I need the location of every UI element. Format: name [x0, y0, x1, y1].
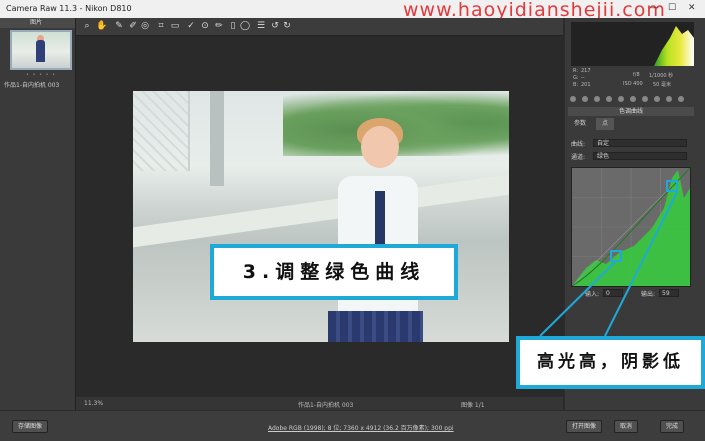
b-label: B: — [573, 82, 579, 88]
panel-title: 色调曲线 — [568, 107, 694, 116]
preferences-icon[interactable]: ☰ — [256, 21, 266, 31]
adjustment-brush-icon[interactable]: ✏ — [214, 21, 224, 31]
histogram-bars — [654, 26, 694, 66]
image-pager[interactable]: 图像 1/1 — [461, 400, 485, 409]
tone-curve-graph[interactable] — [571, 167, 691, 287]
status-filename: 作品1-自内拍机 003 — [298, 402, 354, 409]
channel-label: 通道: — [571, 154, 586, 161]
highlight-point-marker[interactable] — [666, 180, 678, 192]
g-value: -- — [581, 75, 585, 81]
input-field[interactable]: 0 — [603, 289, 623, 297]
channel-select[interactable]: 绿色 — [593, 152, 687, 160]
maximize-icon[interactable]: ☐ — [668, 3, 676, 13]
split-toning-icon[interactable] — [618, 96, 624, 102]
straighten-icon[interactable]: ▭ — [170, 21, 180, 31]
histogram-info: R: 217 G: -- B: 201 f/8 1/1000 秒 ISO 400… — [571, 68, 694, 92]
effects-panel-icon[interactable] — [642, 96, 648, 102]
snapshots-icon[interactable] — [678, 96, 684, 102]
output-field[interactable]: 59 — [659, 289, 679, 297]
step-caption: 3.调整绿色曲线 — [210, 244, 458, 300]
save-image-button[interactable]: 存储图像 — [12, 420, 49, 433]
curve-preset-label: 曲线: — [571, 141, 586, 148]
presets-icon[interactable] — [666, 96, 672, 102]
hsl-panel-icon[interactable] — [606, 96, 612, 102]
target-adjust-icon[interactable]: ◎ — [140, 21, 150, 31]
toolbar: ⌕ ✋ ✎ ✐ ◎ ⌗ ▭ ✓ ⊙ ✏ ▯ ◯ ☰ ↺ ↻ — [76, 18, 563, 36]
rotate-left-icon[interactable]: ↺ — [270, 21, 280, 31]
r-label: R: — [573, 68, 579, 74]
title-bar: Camera Raw 11.3 - Nikon D810 www.haoyidi… — [0, 0, 705, 21]
white-balance-icon[interactable]: ✎ — [114, 21, 124, 31]
close-icon[interactable]: ✕ — [688, 3, 696, 13]
photo-pole — [210, 91, 224, 186]
workflow-options-link[interactable]: Adobe RGB (1998); 8 位; 7360 x 4912 (36.2… — [268, 423, 454, 432]
shutter-value: 1/1000 秒 — [649, 73, 674, 79]
input-label: 输入: — [585, 291, 600, 298]
rating-stars[interactable]: • • • • • — [26, 72, 56, 78]
hand-icon[interactable]: ✋ — [96, 21, 107, 31]
crop-icon[interactable]: ⌗ — [156, 21, 166, 31]
curve-tabs: 参数 点 — [568, 118, 694, 130]
filmstrip-panel: 图片 • • • • • 作品1-自内拍机 003 — [0, 18, 76, 410]
cancel-button[interactable]: 取消 — [614, 420, 639, 433]
graduated-filter-icon[interactable]: ▯ — [228, 21, 238, 31]
input-output-row: 输入: 0 输出: 59 — [571, 289, 689, 298]
radial-filter-icon[interactable]: ◯ — [240, 21, 250, 31]
filmstrip-header: 图片 — [0, 18, 75, 28]
tab-parametric[interactable]: 参数 — [568, 118, 592, 130]
redeye-icon[interactable]: ⊙ — [200, 21, 210, 31]
output-label: 输出: — [641, 291, 656, 298]
zoom-icon[interactable]: ⌕ — [82, 21, 92, 31]
window-title: Camera Raw 11.3 - Nikon D810 — [6, 4, 132, 13]
photo-girl-face — [361, 126, 399, 168]
curve-preset-row: 曲线: 自定 — [571, 139, 689, 148]
detail-panel-icon[interactable] — [594, 96, 600, 102]
aperture-value: f/8 — [633, 72, 640, 78]
photo-road-curb — [133, 174, 509, 248]
histogram — [571, 22, 694, 66]
calibration-icon[interactable] — [654, 96, 660, 102]
basic-panel-icon[interactable] — [570, 96, 576, 102]
minimize-icon[interactable]: — — [650, 3, 659, 13]
tab-point[interactable]: 点 — [596, 118, 615, 130]
rotate-right-icon[interactable]: ↻ — [282, 21, 292, 31]
channel-row: 通道: 绿色 — [571, 152, 689, 161]
thumbnail-girl-body — [36, 40, 45, 62]
b-value: 201 — [581, 82, 591, 88]
tone-curve-icon[interactable] — [582, 96, 588, 102]
lens-value: 50 毫米 — [653, 82, 671, 88]
done-button[interactable]: 完成 — [660, 420, 685, 433]
spot-removal-icon[interactable]: ✓ — [186, 21, 196, 31]
status-bar: 11.3% 作品1-自内拍机 003 图像 1/1 — [76, 397, 563, 410]
curve-preset-select[interactable]: 自定 — [593, 139, 687, 147]
lens-corrections-icon[interactable] — [630, 96, 636, 102]
r-value: 217 — [581, 68, 591, 74]
iso-value: ISO 400 — [623, 81, 643, 87]
photo-girl-skirt — [328, 311, 423, 342]
thumbnail-caption: 作品1-自内拍机 003 — [4, 82, 60, 89]
color-sampler-icon[interactable]: ✐ — [128, 21, 138, 31]
photo-tower — [133, 91, 190, 171]
image-thumbnail[interactable] — [10, 30, 72, 70]
open-image-button[interactable]: 打开图像 — [566, 420, 603, 433]
panel-tool-icons — [568, 96, 694, 106]
annotation-note: 高光高，阴影低 — [516, 336, 705, 389]
g-label: G: — [573, 75, 579, 81]
photo-girl-tie — [375, 191, 385, 246]
photo-preview[interactable] — [133, 91, 509, 342]
zoom-level[interactable]: 11.3% — [84, 400, 103, 407]
shadow-point-marker[interactable] — [610, 250, 622, 262]
bottom-bar: 存储图像 Adobe RGB (1998); 8 位; 7360 x 4912 … — [0, 411, 705, 441]
